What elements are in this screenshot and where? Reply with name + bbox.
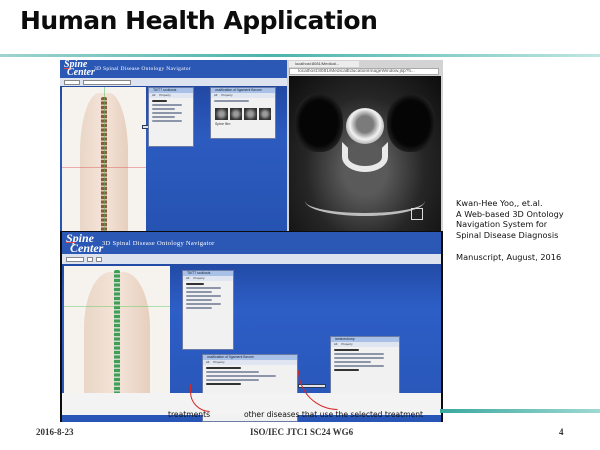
list-item xyxy=(186,283,204,285)
bottom-app-toolbar xyxy=(62,254,441,264)
list-item xyxy=(334,361,372,363)
ct-thumbnail-row xyxy=(211,106,275,122)
list-item xyxy=(206,371,259,373)
right-lung xyxy=(387,94,435,152)
page-number: 4 xyxy=(559,427,564,437)
spine-center-logo: Spine Center xyxy=(64,60,95,78)
top-navigator-screenshot: Spine Center 3D Spinal Disease Ontology … xyxy=(60,60,287,231)
citation-venue: Manuscript, August, 2016 xyxy=(456,252,562,263)
ct-thumbnail[interactable] xyxy=(258,108,271,120)
citation-gap xyxy=(456,240,596,252)
logo-text-center: Center xyxy=(67,67,95,78)
list-item xyxy=(186,307,213,309)
ligament-window[interactable]: ossification of ligament flavum All Prop… xyxy=(210,87,276,139)
image-marker-icon xyxy=(411,208,423,220)
crosshair-vertical xyxy=(104,87,105,231)
zoom-out-button[interactable] xyxy=(96,256,102,262)
bottom-navigator-screenshot: Spine Center 3D Spinal Disease Ontology … xyxy=(62,232,441,422)
ct-thumbnail[interactable] xyxy=(229,108,242,120)
ct-thumbnail[interactable] xyxy=(215,108,228,120)
tab-all[interactable]: All xyxy=(214,93,217,98)
scoliosis-window[interactable]: T6/T7 scoliosis All Property xyxy=(148,87,194,147)
tab-all[interactable]: All xyxy=(186,276,189,281)
rib-outline xyxy=(305,186,425,216)
laminectomy-item-list xyxy=(331,347,399,375)
list-item xyxy=(186,299,213,301)
tab-property[interactable]: Property xyxy=(193,276,204,281)
list-item xyxy=(334,353,384,355)
list-item xyxy=(334,357,384,359)
bottom-app-header: Spine Center 3D Spinal Disease Ontology … xyxy=(62,232,441,254)
list-item xyxy=(152,100,168,102)
title-divider xyxy=(0,54,600,57)
scoliosis-item-list xyxy=(149,98,193,126)
footer-divider xyxy=(440,409,600,413)
citation-title-line-3: Spinal Disease Diagnosis xyxy=(456,229,559,240)
caption-other-diseases: other diseases that use the selected tre… xyxy=(244,410,423,419)
slide-title: Human Health Application xyxy=(20,6,378,35)
list-item xyxy=(186,287,222,289)
list-item xyxy=(206,379,259,381)
address-bar[interactable]: localhost:8081/MedicalEducationImageWind… xyxy=(289,68,439,75)
list-item xyxy=(186,295,222,297)
viewer-mode-select[interactable] xyxy=(64,79,80,85)
top-app-header: Spine Center 3D Spinal Disease Ontology … xyxy=(60,60,287,78)
tab-all[interactable]: All xyxy=(334,342,337,347)
spine-3d-view[interactable] xyxy=(64,266,170,394)
ligament-item-list xyxy=(211,98,275,106)
ontology-select[interactable] xyxy=(83,79,131,85)
list-item xyxy=(152,104,183,106)
list-item xyxy=(334,349,359,351)
list-item xyxy=(334,365,384,367)
spine-model[interactable] xyxy=(114,270,120,394)
spine-film-label[interactable]: Spine film xyxy=(211,122,275,126)
spine-center-logo: Spine Center xyxy=(66,232,104,255)
top-app-title: 3D Spinal Disease Ontology Navigator xyxy=(94,66,191,72)
list-item xyxy=(152,116,175,118)
spine-3d-view[interactable] xyxy=(62,87,146,231)
ligament-item-list xyxy=(203,365,297,389)
list-item xyxy=(186,291,213,293)
viewer-mode-select[interactable] xyxy=(66,256,84,262)
left-lung xyxy=(295,94,343,152)
vertebral-body xyxy=(346,108,384,144)
bottom-app-title: 3D Spinal Disease Ontology Navigator xyxy=(102,239,215,247)
footer-organization: ISO/IEC JTC1 SC24 WG6 xyxy=(250,427,354,437)
list-item xyxy=(206,367,242,369)
list-item xyxy=(206,375,277,377)
tab-all[interactable]: All xyxy=(206,360,209,365)
logo-text-center: Center xyxy=(70,241,104,255)
tab-property[interactable]: Property xyxy=(221,93,232,98)
tab-all[interactable]: All xyxy=(152,93,155,98)
list-item xyxy=(152,120,183,122)
citation-author: Kwan-Hee Yoo,, et.al. xyxy=(456,198,543,208)
ct-image-window: localhost:8081/Medical... localhost:8081… xyxy=(287,60,443,231)
citation-title-line-1: A Web-based 3D Ontology xyxy=(456,208,564,219)
list-item xyxy=(152,108,175,110)
footer-date: 2016-8-23 xyxy=(36,427,74,437)
list-item xyxy=(214,100,249,102)
laminectomy-window[interactable]: laminectomy All Property xyxy=(330,336,400,400)
list-item xyxy=(206,383,242,385)
tab-property[interactable]: Property xyxy=(213,360,224,365)
screenshot-composite: Spine Center 3D Spinal Disease Ontology … xyxy=(60,60,443,422)
crosshair-horizontal xyxy=(64,306,170,307)
vertebral-arch xyxy=(342,142,388,172)
list-item xyxy=(186,303,222,305)
caption-treatments: treatments xyxy=(168,410,211,419)
tab-property[interactable]: Property xyxy=(159,93,170,98)
browser-tab[interactable]: localhost:8081/Medical... xyxy=(289,61,359,67)
ct-thumbnail[interactable] xyxy=(244,108,257,120)
ct-scan-image xyxy=(289,76,441,231)
citation-block: Kwan-Hee Yoo,, et.al. A Web-based 3D Ont… xyxy=(456,198,596,263)
top-app-toolbar xyxy=(60,78,287,86)
scoliosis-window[interactable]: T6/T7 scoliosis All Property xyxy=(182,270,234,350)
tab-property[interactable]: Property xyxy=(341,342,352,347)
list-item xyxy=(152,112,183,114)
citation-title-line-2: Navigation System for xyxy=(456,219,548,230)
zoom-in-button[interactable] xyxy=(87,256,93,262)
scoliosis-item-list xyxy=(183,281,233,313)
